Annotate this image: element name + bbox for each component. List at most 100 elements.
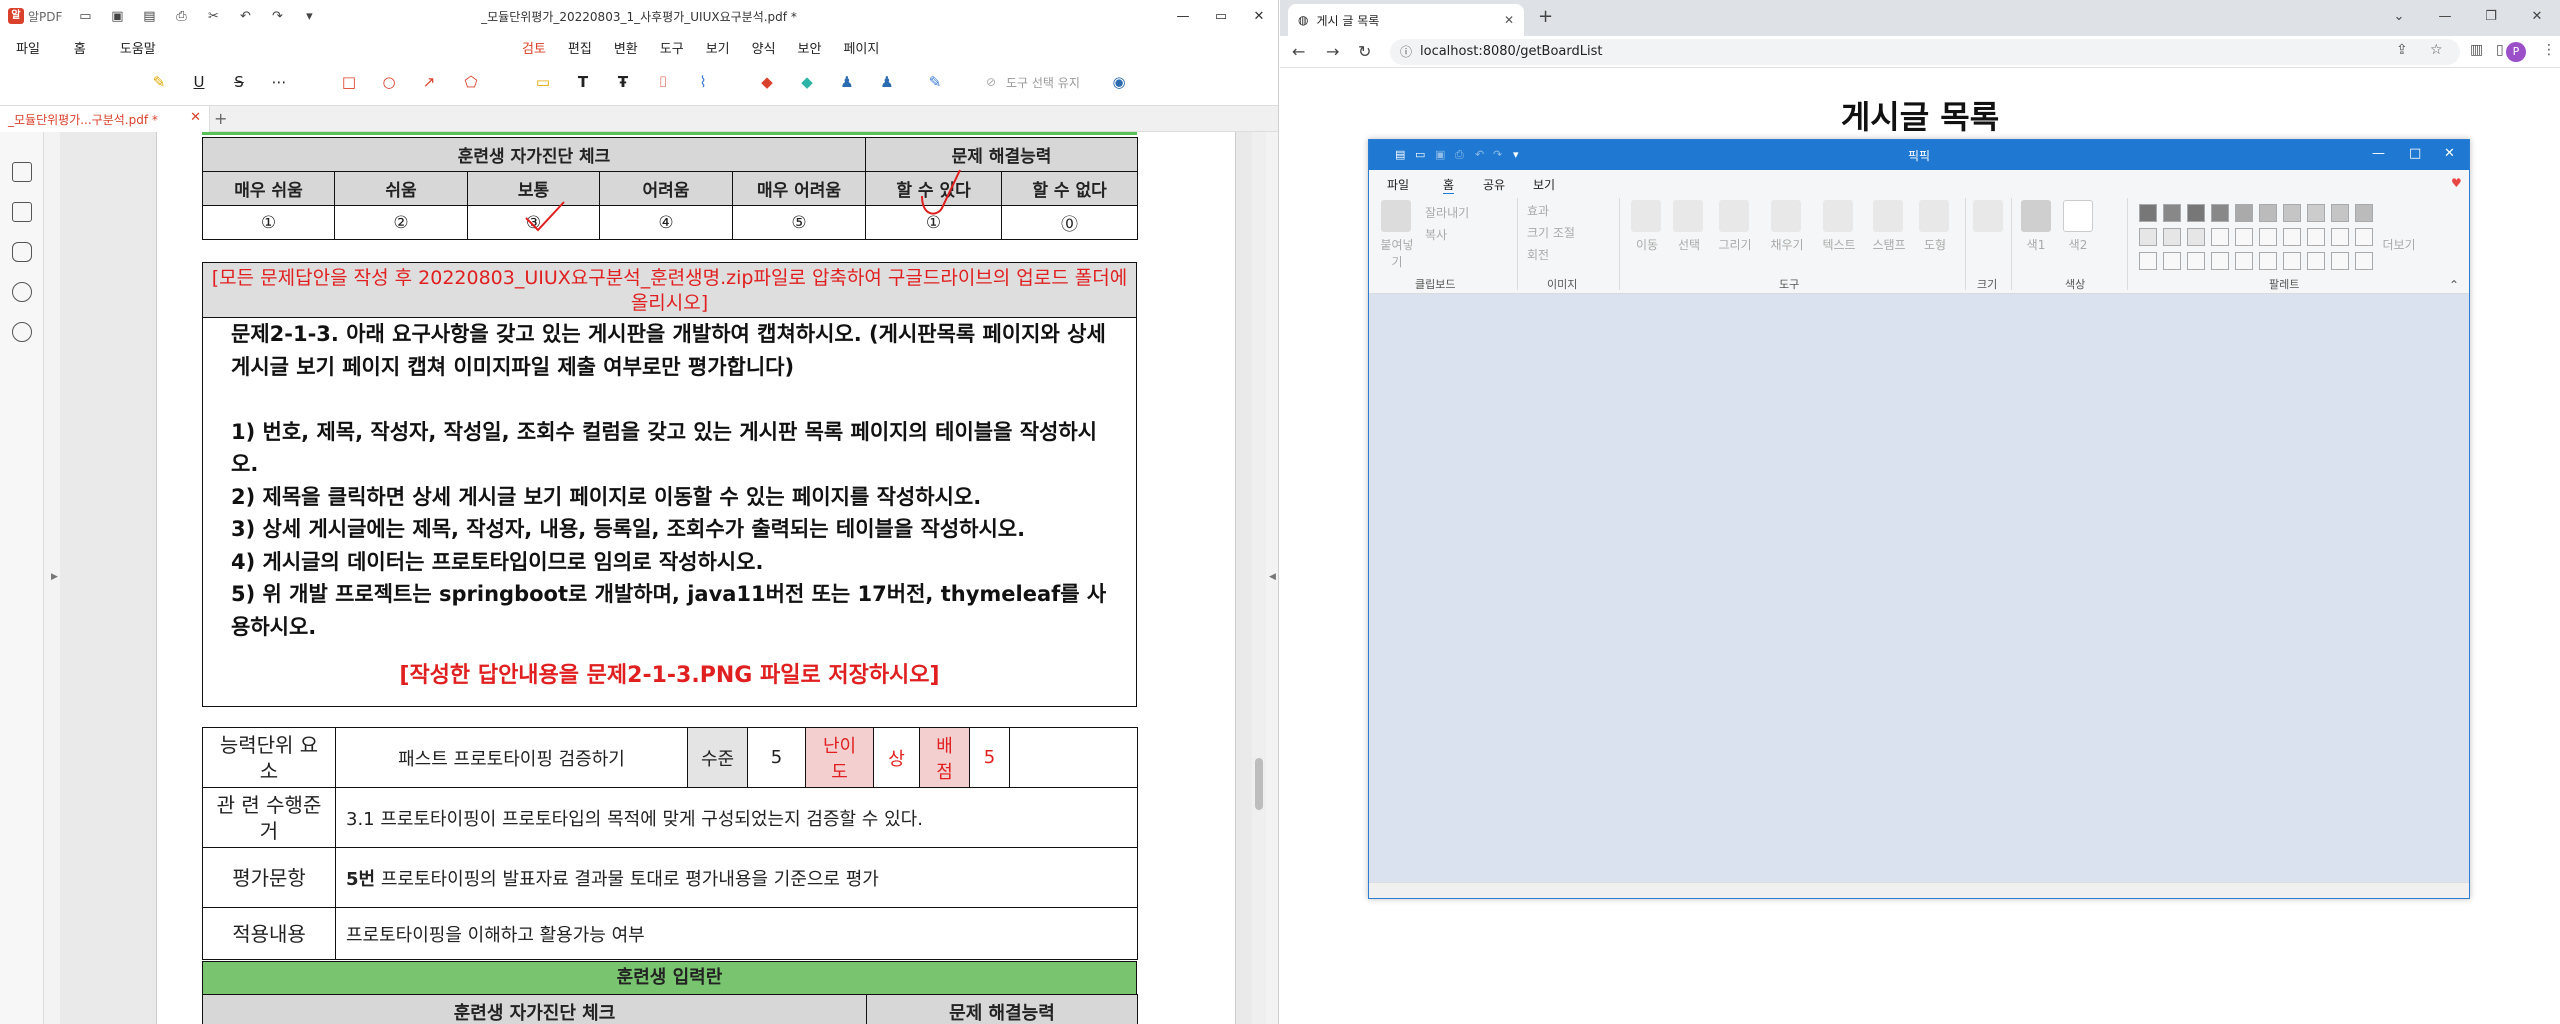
palette-swatch[interactable]: [2235, 204, 2253, 222]
save-as-icon[interactable]: ▤: [140, 7, 158, 25]
thumbnail-panel-icon[interactable]: [12, 162, 32, 182]
select-label[interactable]: 선택: [1669, 236, 1709, 253]
palette-swatch[interactable]: [2187, 228, 2205, 246]
palette-swatch[interactable]: [2259, 204, 2277, 222]
bookmark-panel-icon[interactable]: [12, 202, 32, 222]
maximize-icon[interactable]: ▭: [1202, 0, 1240, 32]
pen-icon[interactable]: ✎: [924, 71, 946, 93]
menu-file[interactable]: 파일: [16, 38, 40, 57]
scroll-thumb[interactable]: [1255, 758, 1263, 810]
eye-icon[interactable]: ◉: [1108, 71, 1130, 93]
share-icon[interactable]: ⇪: [2396, 42, 2408, 58]
more-label[interactable]: 더보기: [2379, 236, 2419, 253]
text-icon[interactable]: T: [572, 71, 594, 93]
palette-swatch[interactable]: [2331, 228, 2349, 246]
palette-swatch[interactable]: [2283, 228, 2301, 246]
menu-page[interactable]: 페이지: [843, 38, 879, 62]
palette-swatch[interactable]: [2283, 204, 2301, 222]
bookmark-star-icon[interactable]: ☆: [2430, 42, 2443, 58]
palette-swatch[interactable]: [2259, 252, 2277, 270]
back-icon[interactable]: ←: [1292, 42, 1305, 61]
palette-swatch[interactable]: [2355, 228, 2373, 246]
attach-icon[interactable]: ⌇: [692, 71, 714, 93]
palette-swatch[interactable]: [2139, 252, 2157, 270]
side-panel-icon[interactable]: ▥: [2470, 42, 2483, 58]
browser-tab[interactable]: ◍ 게시 글 목록 ✕: [1288, 4, 1524, 36]
rectangle-icon[interactable]: □: [338, 71, 360, 93]
palette-swatch[interactable]: [2259, 228, 2277, 246]
menu-convert[interactable]: 변환: [614, 38, 638, 62]
palette-swatch[interactable]: [2163, 204, 2181, 222]
paint-menu-view[interactable]: 보기: [1533, 176, 1555, 193]
close-icon[interactable]: ✕: [2444, 146, 2455, 161]
color2-label[interactable]: 색2: [2063, 236, 2093, 253]
more-text-markup-icon[interactable]: ⋯: [268, 71, 290, 93]
expand-right-icon[interactable]: ◀: [1269, 572, 1276, 582]
palette-swatch[interactable]: [2331, 204, 2349, 222]
effects-label[interactable]: 효과: [1527, 202, 1549, 219]
menu-security[interactable]: 보안: [798, 38, 822, 62]
copy-label[interactable]: 복사: [1425, 226, 1447, 243]
maximize-icon[interactable]: □: [2409, 146, 2421, 161]
tab-close-icon[interactable]: ✕: [190, 110, 201, 125]
palette-swatch[interactable]: [2307, 204, 2325, 222]
palette-swatch[interactable]: [2307, 252, 2325, 270]
palette-swatch[interactable]: [2355, 252, 2373, 270]
shape-dropdown-icon[interactable]: ⬠: [460, 71, 482, 93]
resize-label[interactable]: 크기 조절: [1527, 224, 1575, 241]
strikethrough-icon[interactable]: S: [228, 71, 250, 93]
stamp-dropdown-icon[interactable]: ♟: [876, 71, 898, 93]
comment-panel-icon[interactable]: [12, 242, 32, 262]
palette-swatch[interactable]: [2235, 252, 2253, 270]
menu-tools[interactable]: 도구: [660, 38, 684, 62]
palette-swatch[interactable]: [2307, 228, 2325, 246]
move-tool-icon[interactable]: [1631, 200, 1661, 232]
palette-swatch[interactable]: [2283, 252, 2301, 270]
paint-canvas[interactable]: [1369, 294, 2469, 884]
address-bar[interactable]: ⓘ localhost:8080/getBoardList: [1390, 39, 2460, 65]
undo-icon[interactable]: ↶: [236, 7, 254, 25]
callout-icon[interactable]: ⌷: [652, 71, 674, 93]
close-icon[interactable]: ✕: [2514, 0, 2560, 32]
search-panel-icon[interactable]: [12, 322, 32, 342]
palette-swatch[interactable]: [2235, 228, 2253, 246]
palette-swatch[interactable]: [2355, 204, 2373, 222]
palette-swatch[interactable]: [2211, 252, 2229, 270]
document-tab[interactable]: _모듈단위평가...구분석.pdf * ✕: [0, 106, 210, 132]
highlighter-icon[interactable]: ✎: [148, 71, 170, 93]
menu-form[interactable]: 양식: [752, 38, 776, 62]
menu-review[interactable]: 검토: [522, 38, 546, 62]
rotate-label[interactable]: 회전: [1527, 246, 1549, 263]
menu-edit[interactable]: 편집: [568, 38, 592, 62]
color2-swatch[interactable]: [2063, 200, 2093, 232]
collapse-ribbon-icon[interactable]: ⌃: [2449, 278, 2459, 292]
menu-view[interactable]: 보기: [706, 38, 730, 62]
sidebar-icon[interactable]: ▯: [2496, 42, 2504, 58]
note-icon[interactable]: ▭: [532, 71, 554, 93]
menu-home[interactable]: 홈: [74, 38, 86, 57]
minimize-icon[interactable]: —: [2372, 146, 2385, 161]
tab-search-icon[interactable]: ⌄: [2376, 0, 2422, 32]
paste-icon[interactable]: [1381, 200, 1411, 232]
palette-swatch[interactable]: [2163, 252, 2181, 270]
palette-swatch[interactable]: [2211, 228, 2229, 246]
vertical-scrollbar[interactable]: [1252, 132, 1266, 1024]
paint-menu-share[interactable]: 공유: [1483, 176, 1505, 193]
text-tool-icon[interactable]: [1823, 200, 1853, 232]
ellipse-icon[interactable]: ○: [378, 71, 400, 93]
palette-swatch[interactable]: [2187, 204, 2205, 222]
profile-avatar[interactable]: P: [2506, 42, 2526, 62]
open-folder-icon[interactable]: ▭: [76, 7, 94, 25]
app-logo[interactable]: 알 알PDF: [8, 8, 62, 25]
heart-icon[interactable]: ♥: [2451, 176, 2462, 190]
stamp-tool-icon[interactable]: [1873, 200, 1903, 232]
palette-swatch[interactable]: [2139, 228, 2157, 246]
print-icon[interactable]: ⎙: [172, 7, 190, 25]
restore-icon[interactable]: ❐: [2468, 0, 2514, 32]
reload-icon[interactable]: ↻: [1358, 42, 1371, 61]
redo-icon[interactable]: ↷: [268, 7, 286, 25]
palette-swatch[interactable]: [2187, 252, 2205, 270]
save-icon[interactable]: ▣: [108, 7, 126, 25]
keep-tool-label[interactable]: 도구 선택 유지: [1006, 74, 1080, 91]
paint-menu-file[interactable]: 파일: [1387, 176, 1409, 193]
